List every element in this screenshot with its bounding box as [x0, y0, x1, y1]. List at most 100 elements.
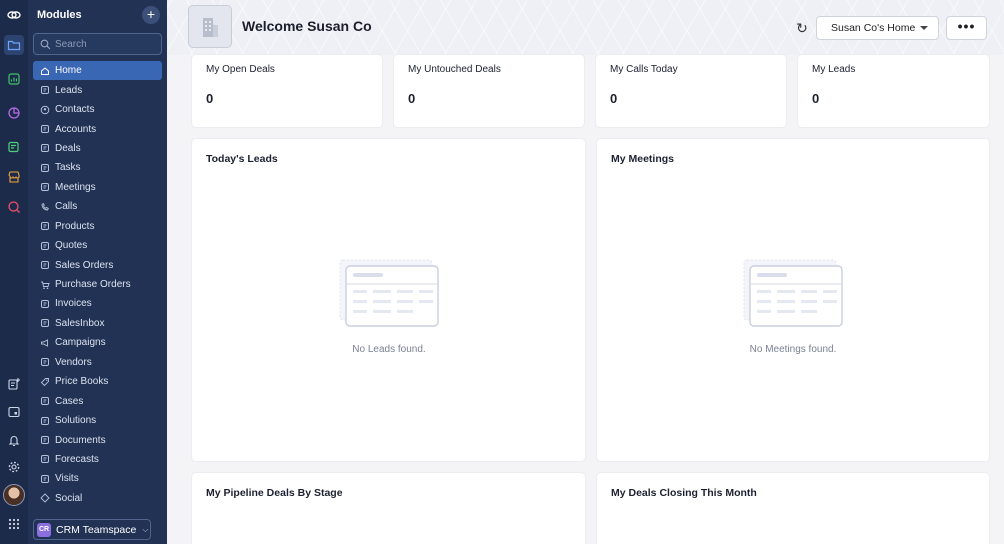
- sidebar-item-meetings[interactable]: Meetings: [33, 178, 162, 197]
- deals-icon: [41, 144, 49, 153]
- empty-table-icon: [339, 259, 439, 327]
- analytics-icon[interactable]: [4, 69, 24, 89]
- sidebar-item-leads[interactable]: Leads: [33, 80, 162, 99]
- stat-title: My Untouched Deals: [408, 64, 501, 75]
- add-module-button[interactable]: +: [142, 6, 160, 24]
- sidebar-item-tasks[interactable]: Tasks: [33, 158, 162, 177]
- sidebar-item-calls[interactable]: Calls: [33, 197, 162, 216]
- panel-title: My Pipeline Deals By Stage: [206, 487, 343, 499]
- panel-title: My Meetings: [611, 153, 675, 165]
- sidebar-item-deals[interactable]: Deals: [33, 139, 162, 158]
- sidebar-item-documents[interactable]: Documents: [33, 430, 162, 449]
- social-icon: [40, 493, 50, 503]
- sidebar-item-contacts[interactable]: Contacts: [33, 100, 162, 119]
- documents-icon: [41, 436, 49, 445]
- crm-logo-icon[interactable]: [4, 5, 24, 25]
- sidebar-item-label: Contacts: [55, 104, 95, 116]
- forecasts-icon: [41, 455, 49, 464]
- notes-icon[interactable]: [4, 137, 24, 157]
- megaphone-icon: [41, 339, 48, 347]
- sidebar-item-label: Deals: [55, 142, 81, 154]
- products-icon: [41, 222, 49, 231]
- sidebar-item-label: Cases: [55, 395, 84, 407]
- sidebar-item-purchase-orders[interactable]: Purchase Orders: [33, 275, 162, 294]
- leads-icon: [41, 86, 49, 95]
- organization-logo[interactable]: [188, 5, 232, 48]
- reports-icon[interactable]: [4, 103, 24, 123]
- sidebar-item-salesinbox[interactable]: SalesInbox: [33, 314, 162, 333]
- sidebar-item-label: Products: [55, 220, 95, 232]
- search-icon: [40, 39, 51, 50]
- sidebar-item-social[interactable]: Social: [33, 489, 162, 508]
- sidebar-item-visits[interactable]: Visits: [33, 469, 162, 488]
- empty-message: No Meetings found.: [749, 344, 837, 355]
- gear-icon[interactable]: [4, 457, 24, 477]
- sidebar-item-label: Leads: [55, 84, 83, 96]
- calendar-icon[interactable]: [4, 402, 24, 422]
- sidebar-item-vendors[interactable]: Vendors: [33, 353, 162, 372]
- sidebar-item-sales-orders[interactable]: Sales Orders: [33, 255, 162, 274]
- sidebar-item-label: Accounts: [55, 123, 97, 135]
- modules-title: Modules: [37, 9, 82, 21]
- sidebar-item-label: Social: [55, 492, 83, 504]
- sidebar-item-solutions[interactable]: Solutions: [33, 411, 162, 430]
- user-avatar[interactable]: [3, 484, 25, 506]
- sidebar-item-label: Calls: [55, 201, 78, 213]
- deals-closing-panel: My Deals Closing This Month: [597, 473, 989, 544]
- stat-card-calls-today[interactable]: My Calls Today 0: [596, 55, 786, 127]
- sidebar-item-cases[interactable]: Cases: [33, 391, 162, 410]
- bell-icon[interactable]: [4, 430, 24, 450]
- sidebar-item-campaigns[interactable]: Campaigns: [33, 333, 162, 352]
- stat-card-my-leads[interactable]: My Leads 0: [798, 55, 989, 127]
- more-options-button[interactable]: •••: [946, 16, 987, 40]
- sidebar-item-label: Solutions: [55, 415, 97, 427]
- sidebar-item-invoices[interactable]: Invoices: [33, 294, 162, 313]
- sidebar-item-label: Vendors: [55, 356, 92, 368]
- sales-orders-icon: [41, 261, 49, 270]
- todays-leads-panel: Today's Leads No Leads found.: [192, 139, 585, 461]
- sidebar-item-label: Forecasts: [55, 453, 99, 465]
- accounts-icon: [41, 125, 49, 134]
- add-note-icon[interactable]: [4, 374, 24, 394]
- module-menu: Home Leads Contacts Accounts Deals Tasks Meeti…: [33, 61, 162, 508]
- cart-icon: [41, 281, 50, 289]
- sidebar-item-price-books[interactable]: Price Books: [33, 372, 162, 391]
- stat-value: 0: [206, 91, 214, 106]
- refresh-icon[interactable]: ↻: [794, 20, 810, 36]
- inbox-icon: [41, 319, 49, 328]
- stat-value: 0: [812, 91, 820, 106]
- stat-card-open-deals[interactable]: My Open Deals 0: [192, 55, 382, 127]
- chevron-down-icon: ⌵: [142, 524, 149, 534]
- my-meetings-panel: My Meetings No Meetings found.: [597, 139, 989, 461]
- sidebar-item-label: Documents: [55, 434, 106, 446]
- home-selector-dropdown[interactable]: Susan Co's Home: [816, 16, 939, 40]
- sidebar-item-home[interactable]: Home: [33, 61, 162, 81]
- sidebar-footer: CR CRM Teamspace ⌵: [28, 514, 167, 544]
- stat-card-untouched-deals[interactable]: My Untouched Deals 0: [394, 55, 584, 127]
- sidebar-item-label: Meetings: [55, 181, 96, 193]
- pipeline-deals-panel: My Pipeline Deals By Stage: [192, 473, 585, 544]
- teamspace-badge: CR: [37, 522, 51, 537]
- home-selector-label: Susan Co's Home: [831, 22, 916, 34]
- apps-grid-icon[interactable]: [4, 514, 24, 534]
- phone-icon: [41, 202, 49, 211]
- stat-title: My Calls Today: [610, 64, 678, 75]
- search-analytics-icon[interactable]: [4, 197, 24, 217]
- module-search-input[interactable]: [55, 37, 155, 51]
- sidebar-item-forecasts[interactable]: Forecasts: [33, 450, 162, 469]
- app-rail: [0, 0, 28, 544]
- empty-message: No Leads found.: [352, 344, 426, 355]
- stat-title: My Leads: [812, 64, 856, 75]
- empty-table-icon: [743, 259, 843, 327]
- folder-icon[interactable]: [4, 35, 24, 55]
- store-icon[interactable]: [4, 167, 24, 187]
- main-content: Welcome Susan Co ↻ Susan Co's Home ••• M…: [167, 0, 1004, 544]
- teamspace-switcher[interactable]: CR CRM Teamspace ⌵: [33, 519, 151, 540]
- meetings-icon: [41, 183, 49, 192]
- home-icon: [41, 67, 49, 75]
- visits-icon: [41, 474, 49, 483]
- sidebar-item-products[interactable]: Products: [33, 217, 162, 236]
- teamspace-label: CRM Teamspace: [56, 523, 137, 536]
- sidebar-item-accounts[interactable]: Accounts: [33, 119, 162, 138]
- sidebar-item-quotes[interactable]: Quotes: [33, 236, 162, 255]
